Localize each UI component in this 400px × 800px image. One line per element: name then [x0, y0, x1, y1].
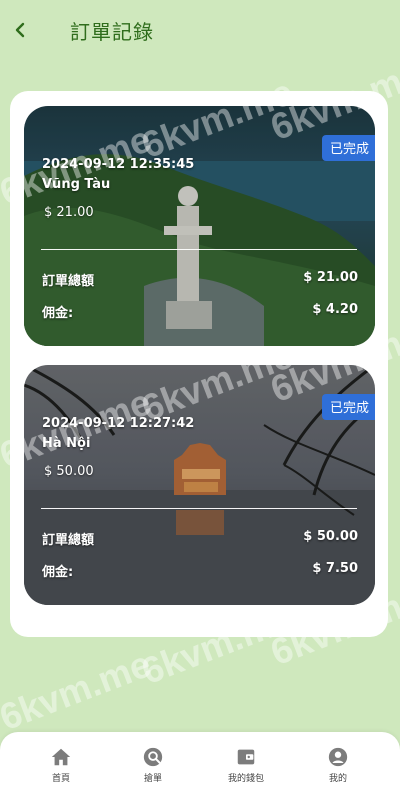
commission-value: $ 7.50 [312, 561, 358, 576]
commission-value: $ 4.20 [312, 302, 358, 317]
search-grab-icon [143, 747, 163, 767]
divider [41, 508, 357, 509]
status-badge: 已完成 [321, 135, 375, 161]
order-card[interactable]: 已完成 2024-09-12 12:27:42 Hà Nội $ 50.00 訂… [24, 365, 375, 605]
wallet-icon [237, 749, 255, 765]
commission-label: 佣金: [42, 306, 74, 321]
status-badge: 已完成 [321, 394, 375, 420]
order-total-value: $ 21.00 [303, 270, 358, 285]
user-icon [328, 747, 348, 767]
nav-item-grab-order[interactable]: 搶單 [113, 746, 193, 784]
commission-label: 佣金: [42, 565, 74, 580]
order-total-value: $ 50.00 [303, 529, 358, 544]
order-total-label: 訂單總額 [42, 274, 95, 289]
order-location: Hà Nội [42, 436, 91, 451]
nav-label: 我的錢包 [227, 774, 264, 784]
page-title: 訂單記錄 [70, 20, 154, 44]
order-total-label: 訂單總額 [42, 533, 95, 548]
nav-item-wallet[interactable]: 我的錢包 [206, 746, 286, 784]
nav-item-home[interactable]: 首頁 [21, 746, 101, 784]
home-icon [51, 748, 71, 766]
divider [41, 249, 357, 250]
nav-item-mine[interactable]: 我的 [298, 746, 378, 784]
nav-label: 首頁 [51, 774, 70, 784]
order-price: $ 50.00 [44, 464, 94, 479]
header: 訂單記錄 [0, 0, 400, 62]
chevron-left-icon [15, 22, 25, 38]
nav-label: 我的 [328, 774, 347, 784]
nav-label: 搶單 [143, 774, 162, 784]
back-button[interactable] [8, 16, 36, 44]
watermark-text: 6kvm.me [0, 643, 157, 739]
order-price: $ 21.00 [44, 205, 94, 220]
order-time: 2024-09-12 12:27:42 [42, 416, 195, 431]
order-card[interactable]: 已完成 2024-09-12 12:35:45 Vũng Tàu $ 21.00… [24, 106, 375, 346]
bottom-navigation: 首頁 搶單 我的錢包 我的 [0, 732, 400, 800]
order-time: 2024-09-12 12:35:45 [42, 157, 195, 172]
order-location: Vũng Tàu [42, 177, 111, 192]
